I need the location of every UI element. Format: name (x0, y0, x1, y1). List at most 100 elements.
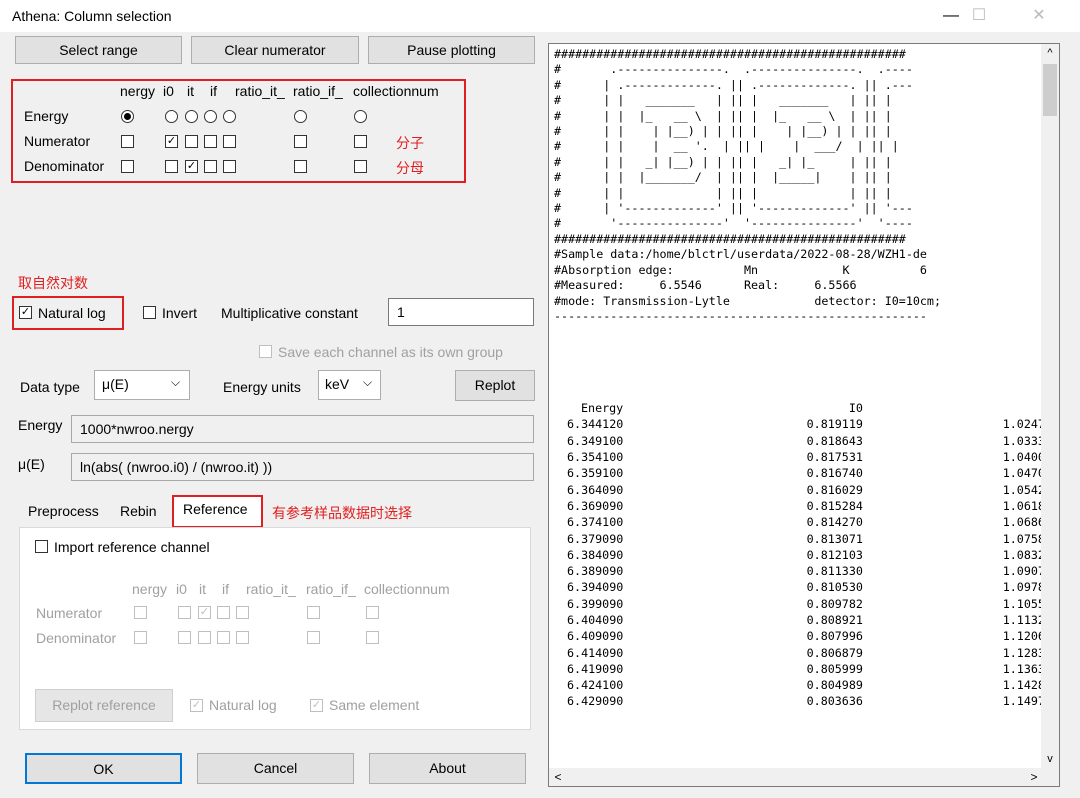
ref-denominator-check-if[interactable] (217, 631, 230, 644)
import-reference-label: Import reference channel (54, 539, 210, 555)
numerator-check-collectionnum[interactable] (354, 135, 367, 148)
clear-numerator-button[interactable]: Clear numerator (191, 36, 359, 64)
table-row: 6.394090 0.810530 1.097878 (563, 579, 1059, 595)
col-header-i0: i0 (163, 83, 174, 99)
ref-denominator-check-collectionnum[interactable] (366, 631, 379, 644)
scroll-left-icon[interactable]: < (549, 768, 567, 786)
scroll-down-icon[interactable]: v (1041, 750, 1059, 768)
energy-radio-it[interactable] (185, 110, 198, 123)
horizontal-scrollbar[interactable]: < > (549, 768, 1043, 786)
table-header-energy: Energy (581, 401, 624, 416)
table-row: 6.399090 0.809782 1.105578 (563, 596, 1059, 612)
numerator-check-nergy[interactable] (121, 135, 134, 148)
ref-numerator-check-it[interactable]: ✓ (198, 606, 211, 619)
ref-col-header-i0: i0 (176, 581, 187, 597)
table-row: 6.369090 0.815284 1.061887 (563, 498, 1059, 514)
invert-checkbox[interactable] (143, 306, 156, 319)
energy-radio-ratio-if[interactable] (294, 110, 307, 123)
energy-radio-collectionnum[interactable] (354, 110, 367, 123)
cell-it: 1.047058 (1002, 466, 1059, 481)
denominator-check-ratio-it[interactable] (223, 160, 236, 173)
ref-denominator-check-ratio-if[interactable] (307, 631, 320, 644)
denominator-check-ratio-if[interactable] (294, 160, 307, 173)
multiplicative-constant-input[interactable]: 1 (388, 298, 534, 326)
cell-energy: 6.374100 (567, 515, 624, 530)
save-each-channel-checkbox[interactable] (259, 345, 272, 358)
denominator-check-collectionnum[interactable] (354, 160, 367, 173)
ref-numerator-check-if[interactable] (217, 606, 230, 619)
multiplicative-constant-label: Multiplicative constant (221, 305, 358, 321)
denominator-check-i0[interactable] (165, 160, 178, 173)
ref-denominator-check-ratio-it[interactable] (236, 631, 249, 644)
replot-reference-button[interactable]: Replot reference (35, 689, 173, 722)
cell-energy: 6.404090 (567, 613, 624, 627)
ref-numerator-check-i0[interactable] (178, 606, 191, 619)
cell-it: 1.083290 (1002, 547, 1059, 562)
ref-numerator-check-ratio-if[interactable] (307, 606, 320, 619)
cell-i0: 0.812103 (806, 547, 863, 562)
import-reference-checkbox[interactable] (35, 540, 48, 553)
denominator-annotation: 分母 (396, 160, 424, 176)
denominator-check-nergy[interactable] (121, 160, 134, 173)
scroll-corner (1041, 768, 1059, 786)
vertical-scrollbar[interactable]: ^ v (1041, 44, 1059, 770)
energy-expression-field[interactable]: 1000*nwroo.nergy (71, 415, 534, 443)
row-label-energy: Energy (24, 108, 69, 124)
tab-rebin[interactable]: Rebin (120, 503, 157, 519)
cancel-button[interactable]: Cancel (197, 753, 354, 784)
data-type-select[interactable]: μ(E) ⌵ (94, 370, 190, 400)
pause-plotting-button[interactable]: Pause plotting (368, 36, 535, 64)
ref-natural-log-checkbox[interactable]: ✓ (190, 699, 203, 712)
cell-energy: 6.344120 (567, 417, 624, 432)
chevron-down-icon: ⌵ (171, 375, 181, 389)
select-range-button[interactable]: Select range (15, 36, 182, 64)
numerator-check-ratio-it[interactable] (223, 135, 236, 148)
ref-numerator-check-ratio-it[interactable] (236, 606, 249, 619)
cell-energy: 6.424100 (567, 678, 624, 693)
ok-label: OK (93, 761, 114, 777)
chevron-down-icon: ⌵ (363, 375, 373, 389)
energy-radio-if[interactable] (204, 110, 217, 123)
tab-reference[interactable]: Reference (183, 501, 248, 517)
numerator-check-it[interactable] (185, 135, 198, 148)
energy-radio-i0[interactable] (165, 110, 178, 123)
ref-numerator-check-nergy[interactable] (134, 606, 147, 619)
cell-i0: 0.806879 (806, 645, 863, 660)
energy-radio-ratio-it[interactable] (223, 110, 236, 123)
cell-energy: 6.399090 (567, 596, 624, 611)
energy-units-select[interactable]: keV ⌵ (318, 370, 381, 400)
close-button[interactable]: ✕ (1016, 4, 1062, 28)
table-row: 6.349100 0.818643 1.033322 (563, 433, 1059, 449)
mu-expression-field[interactable]: ln(abs( (nwroo.i0) / (nwroo.it) )) (71, 453, 534, 481)
ref-denominator-check-nergy[interactable] (134, 631, 147, 644)
ref-denominator-check-i0[interactable] (178, 631, 191, 644)
maximize-button[interactable]: ☐ (956, 4, 1002, 28)
file-preview-textarea[interactable]: ########################################… (548, 43, 1060, 787)
cell-energy: 6.364090 (567, 482, 624, 497)
cell-energy: 6.429090 (567, 694, 624, 709)
col-header-collectionnum: collectionnum (353, 83, 439, 99)
cell-i0: 0.814270 (806, 515, 863, 530)
table-row: 6.344120 0.819119 1.024734 (563, 416, 1059, 432)
replot-button[interactable]: Replot (455, 370, 535, 401)
numerator-check-if[interactable] (204, 135, 217, 148)
numerator-check-ratio-if[interactable] (294, 135, 307, 148)
denominator-check-if[interactable] (204, 160, 217, 173)
about-button[interactable]: About (369, 753, 526, 784)
natural-log-checkbox[interactable]: ✓ (19, 306, 32, 319)
vertical-scroll-thumb[interactable] (1043, 64, 1057, 116)
ok-button[interactable]: OK (25, 753, 182, 784)
data-type-value: μ(E) (102, 376, 129, 392)
cell-i0: 0.808921 (806, 613, 863, 627)
ref-numerator-check-collectionnum[interactable] (366, 606, 379, 619)
tab-preprocess[interactable]: Preprocess (28, 503, 99, 519)
denominator-check-it[interactable]: ✓ (185, 160, 198, 173)
numerator-check-i0[interactable]: ✓ (165, 135, 178, 148)
same-element-checkbox[interactable]: ✓ (310, 699, 323, 712)
scroll-up-icon[interactable]: ^ (1041, 44, 1059, 62)
energy-radio-nergy[interactable] (121, 110, 134, 123)
col-header-ratio-if: ratio_if_ (293, 83, 343, 99)
cell-it: 1.105578 (1002, 596, 1059, 611)
cell-it: 1.142888 (1002, 678, 1059, 693)
ref-denominator-check-it[interactable] (198, 631, 211, 644)
